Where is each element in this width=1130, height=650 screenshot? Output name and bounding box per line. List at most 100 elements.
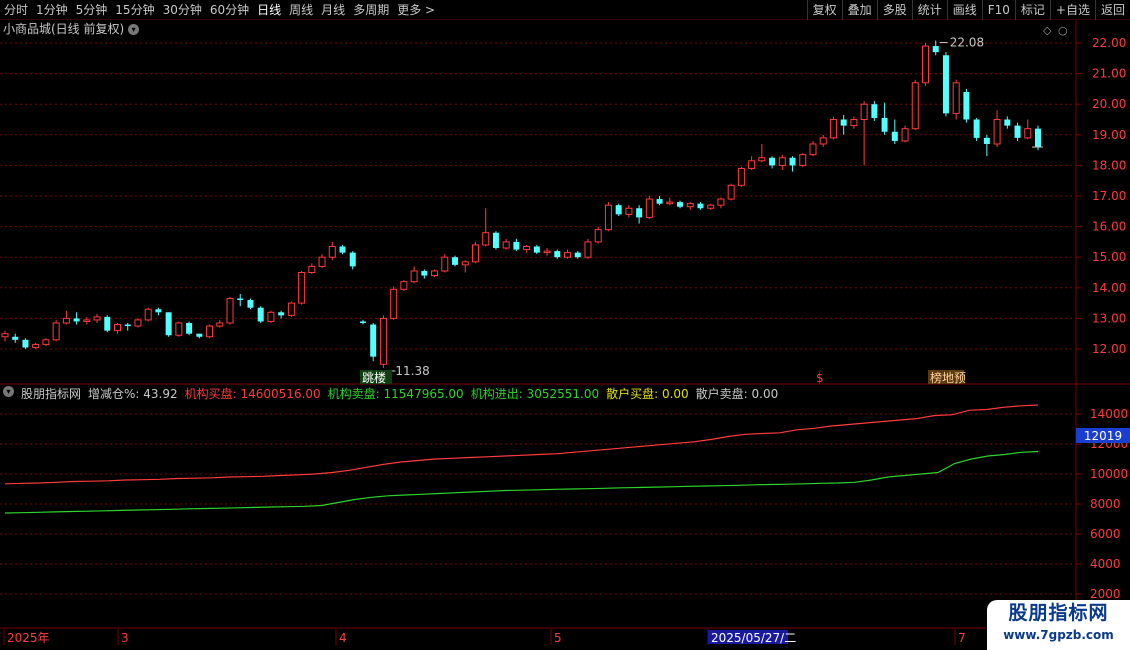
candle-body-up	[717, 198, 725, 206]
candle-body-up	[584, 241, 592, 258]
candle-body-up	[911, 82, 919, 130]
candle-body-up	[328, 245, 336, 258]
candle-body-up	[461, 261, 469, 266]
indicator-name[interactable]: 股朋指标网	[21, 386, 81, 402]
candle-body-down	[247, 300, 254, 308]
date-label: 3	[121, 631, 129, 645]
candle-body-down	[196, 333, 203, 337]
candle-body-down	[983, 137, 990, 144]
candle-body-up	[993, 119, 1001, 145]
price-tick-label: 12.00	[1092, 342, 1126, 356]
indicator-value: 散户买盘: 0.00	[606, 387, 689, 401]
price-tick-label: 21.00	[1092, 67, 1126, 81]
price-tick-label: 19.00	[1092, 128, 1126, 142]
candle-body-up	[625, 207, 633, 215]
date-label: 7	[958, 631, 966, 645]
indicator-value: 散户卖盘: 0.00	[695, 387, 779, 401]
signal-low: 跳楼	[362, 370, 386, 385]
candle-body-down	[840, 119, 847, 126]
candle-body-up	[921, 45, 929, 84]
candle-body-down	[636, 208, 643, 218]
indicator-value: 机构进出: 3052551.00	[470, 387, 600, 401]
candle-body-down	[973, 119, 980, 138]
candle-body-up	[778, 157, 786, 166]
candle-body-up	[799, 154, 807, 166]
candle-body-up	[727, 184, 735, 200]
candle-body-down	[165, 312, 172, 336]
signal-high: 榜地预	[930, 370, 966, 385]
candle-body-down	[533, 246, 540, 253]
candle-body-down	[278, 312, 285, 316]
candle-body-up	[62, 317, 70, 324]
candle-body-up	[952, 82, 960, 114]
candle-body-down	[452, 257, 459, 265]
candle-body-up	[850, 119, 858, 127]
candle-body-up	[604, 204, 612, 231]
candle-body-down	[1014, 125, 1021, 138]
candle-body-up	[748, 160, 756, 169]
candle-body-up	[42, 339, 50, 345]
indicator-tick-label: 14000	[1090, 407, 1128, 421]
candle-body-up	[226, 298, 234, 324]
candle-body-up	[134, 319, 142, 327]
price-tick-label: 15.00	[1092, 250, 1126, 264]
indicator-current-value: 12019	[1084, 429, 1122, 443]
candle-body-down	[237, 298, 244, 301]
price-tick-label: 22.00	[1092, 36, 1126, 50]
kline-chart[interactable]: 22.00 21.00 20.00 19.00 18.00 17.00 16.00 15.00…	[0, 0, 1130, 650]
candle-body-down	[104, 316, 111, 331]
candle-body-down	[421, 270, 428, 276]
candle-body-up	[52, 322, 60, 341]
candle-body-up	[1, 333, 9, 338]
signal-mid: $	[816, 371, 824, 385]
candle-body-up	[707, 204, 715, 209]
candle-body-up	[287, 302, 295, 316]
candle-body-down	[769, 157, 776, 166]
candle-body-up	[83, 319, 91, 322]
date-label: 4	[339, 631, 347, 645]
candle-body-up	[441, 256, 449, 272]
candle-body-up	[482, 232, 490, 246]
indicator-value: 机构买盘: 14600516.00	[184, 387, 321, 401]
candle-body-down	[73, 318, 80, 322]
candle-body-up	[564, 252, 572, 258]
indicator-tick-label: 2000	[1090, 587, 1121, 601]
candle-body-down	[22, 339, 29, 348]
price-tick-label: 17.00	[1092, 189, 1126, 203]
candle-body-up	[216, 322, 224, 327]
candle-body-up	[379, 317, 387, 365]
candle-body-up	[901, 128, 909, 142]
candle-body-up	[206, 325, 214, 338]
candle-body-down	[656, 199, 663, 204]
indicator-tick-label: 8000	[1090, 497, 1121, 511]
candle-body-down	[349, 252, 356, 267]
candle-body-down	[615, 205, 622, 215]
candle-body-up	[318, 256, 326, 267]
candle-body-up	[431, 270, 439, 277]
indicator-bar: ▾ 股朋指标网 增减仓%: 43.92 机构买盘: 14600516.00 机构卖盘…	[3, 386, 778, 402]
price-tick-label: 20.00	[1092, 97, 1126, 111]
indicator-menu-icon[interactable]: ▾	[3, 386, 14, 397]
high-label: 22.08	[950, 36, 984, 50]
candle-body-down	[513, 241, 520, 250]
candle-body-down	[1004, 119, 1011, 126]
candle-body-up	[400, 281, 408, 290]
candle-body-up	[471, 244, 479, 263]
candle-body-down	[871, 104, 878, 118]
candle-body-up	[686, 203, 694, 208]
candle-body-up	[594, 229, 602, 243]
price-tick-label: 14.00	[1092, 281, 1126, 295]
indicator-tick-label: 6000	[1090, 527, 1121, 541]
low-label: 11.38	[395, 364, 429, 378]
price-tick-label: 18.00	[1092, 158, 1126, 172]
candle-body-down	[124, 324, 131, 327]
candle-body-up	[308, 265, 316, 274]
candle-body-up	[390, 288, 398, 319]
candle-body-down	[492, 232, 499, 249]
candle-body-down	[12, 336, 19, 340]
candle-body-down	[881, 117, 888, 132]
candle-body-down	[891, 131, 898, 141]
candle-body-down	[1035, 128, 1041, 148]
candle-body-up	[809, 143, 817, 156]
candle-body-up	[144, 308, 152, 321]
